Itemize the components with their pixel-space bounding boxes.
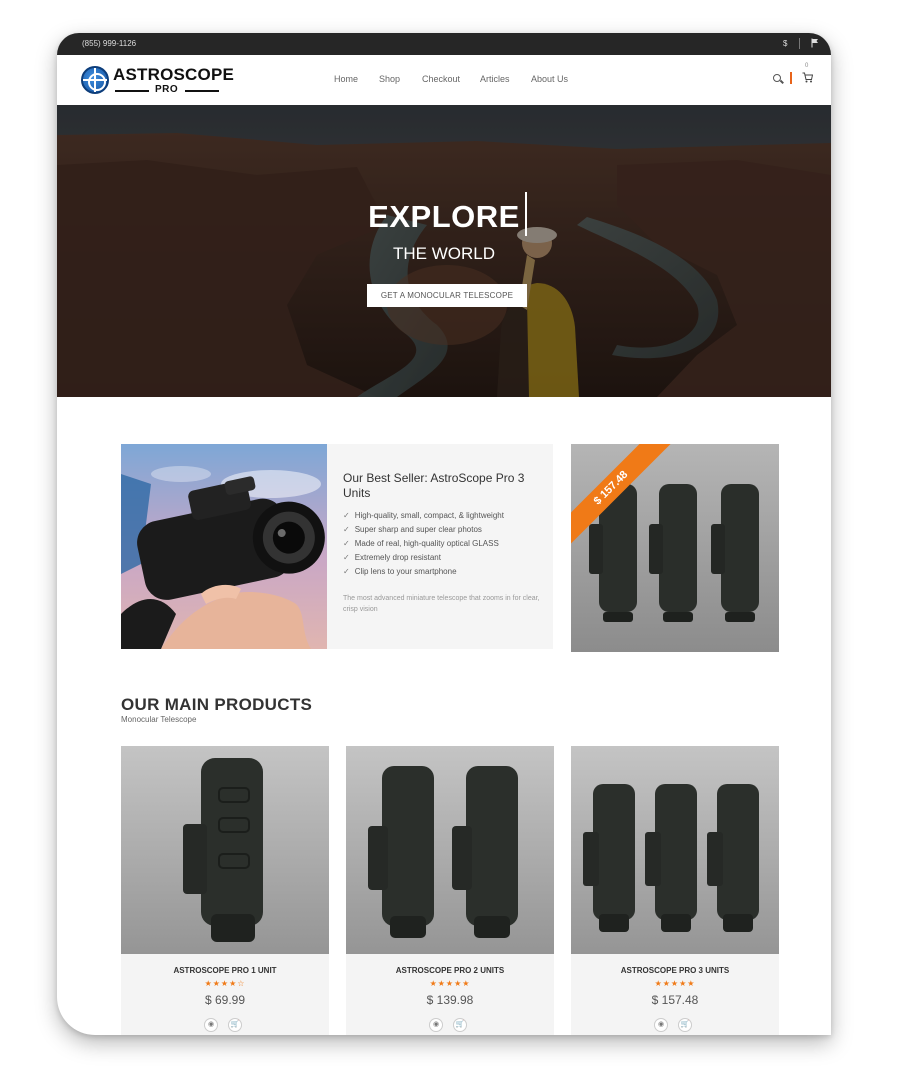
brand-sub: PRO bbox=[155, 84, 179, 95]
logo-line-right bbox=[185, 90, 219, 92]
product-actions: ◉ 🛒 bbox=[204, 1018, 248, 1032]
divider bbox=[799, 38, 800, 49]
cart-count: 0 bbox=[805, 63, 809, 69]
product-image[interactable] bbox=[121, 746, 329, 954]
divider bbox=[790, 72, 792, 84]
header-actions: 0 bbox=[771, 63, 821, 90]
section-subtitle: Monocular Telescope bbox=[121, 715, 197, 724]
promo-product-image[interactable]: $ 157.48 bbox=[571, 444, 779, 652]
search-icon[interactable] bbox=[773, 74, 781, 82]
best-seller-image bbox=[121, 444, 327, 649]
hero-title: EXPLORE bbox=[368, 199, 520, 234]
three-monoculars-image bbox=[589, 484, 759, 622]
product-card[interactable]: ASTROSCOPE PRO 1 UNIT ★★★★☆ $ 69.99 ◉ 🛒 bbox=[121, 746, 329, 1035]
logo-crosshair-icon bbox=[81, 66, 109, 94]
site-logo[interactable]: ASTROSCOPE PRO bbox=[81, 65, 235, 95]
brand-name: ASTROSCOPE bbox=[113, 65, 235, 84]
cart-icon[interactable] bbox=[802, 72, 814, 86]
feature-item: Extremely drop resistant bbox=[343, 553, 504, 567]
product-card[interactable]: ASTROSCOPE PRO 2 UNITS ★★★★★ $ 139.98 ◉ … bbox=[346, 746, 554, 1035]
product-rating: ★★★★☆ bbox=[204, 979, 246, 988]
flag-icon[interactable] bbox=[811, 38, 819, 50]
top-bar: (855) 999-1126 $ bbox=[57, 33, 831, 55]
product-image[interactable] bbox=[346, 746, 554, 954]
product-name[interactable]: ASTROSCOPE PRO 3 UNITS bbox=[571, 966, 779, 975]
add-to-cart-icon[interactable]: 🛒 bbox=[228, 1018, 242, 1032]
quick-view-icon[interactable]: ◉ bbox=[204, 1018, 218, 1032]
best-seller-title: Our Best Seller: AstroScope Pro 3 Units bbox=[343, 471, 525, 500]
product-rating: ★★★★★ bbox=[429, 979, 471, 988]
hero-subtitle: THE WORLD bbox=[393, 244, 495, 263]
product-rating: ★★★★★ bbox=[654, 979, 696, 988]
product-name[interactable]: ASTROSCOPE PRO 1 UNIT bbox=[121, 966, 329, 975]
add-to-cart-icon[interactable]: 🛒 bbox=[453, 1018, 467, 1032]
feature-item: Clip lens to your smartphone bbox=[343, 567, 504, 581]
phone-number[interactable]: (855) 999-1126 bbox=[82, 39, 136, 48]
product-price: $ 69.99 bbox=[204, 993, 246, 1007]
section-title: OUR MAIN PRODUCTS bbox=[121, 695, 313, 714]
product-actions: ◉ 🛒 bbox=[429, 1018, 473, 1032]
hero-banner: EXPLORE THE WORLD GET A MONOCULAR TELESC… bbox=[57, 105, 831, 397]
page-frame: (855) 999-1126 $ ASTROSCOPE PRO Home Sho… bbox=[57, 33, 831, 1035]
quick-view-icon[interactable]: ◉ bbox=[429, 1018, 443, 1032]
nav-checkout[interactable]: Checkout bbox=[422, 74, 460, 84]
quick-view-icon[interactable]: ◉ bbox=[654, 1018, 668, 1032]
product-actions: ◉ 🛒 bbox=[654, 1018, 698, 1032]
best-seller-panel: Our Best Seller: AstroScope Pro 3 Units … bbox=[327, 444, 553, 649]
product-card[interactable]: ASTROSCOPE PRO 3 UNITS ★★★★★ $ 157.48 ◉ … bbox=[571, 746, 779, 1035]
add-to-cart-icon[interactable]: 🛒 bbox=[678, 1018, 692, 1032]
feature-item: Made of real, high-quality optical GLASS bbox=[343, 539, 504, 553]
nav-home[interactable]: Home bbox=[334, 74, 358, 84]
product-price: $ 157.48 bbox=[651, 993, 699, 1007]
feature-item: Super sharp and super clear photos bbox=[343, 525, 504, 539]
currency-selector[interactable]: $ bbox=[783, 39, 787, 48]
best-seller-description: The most advanced miniature telescope th… bbox=[343, 595, 540, 613]
nav-about-us[interactable]: About Us bbox=[531, 74, 568, 84]
product-image[interactable] bbox=[571, 746, 779, 954]
site-header: ASTROSCOPE PRO Home Shop Checkout Articl… bbox=[57, 55, 831, 105]
feature-list: High-quality, small, compact, & lightwei… bbox=[343, 511, 504, 581]
text-cursor bbox=[525, 192, 527, 236]
feature-item: High-quality, small, compact, & lightwei… bbox=[343, 511, 504, 525]
logo-line-left bbox=[115, 90, 149, 92]
product-name[interactable]: ASTROSCOPE PRO 2 UNITS bbox=[346, 966, 554, 975]
nav-shop[interactable]: Shop bbox=[379, 74, 400, 84]
hero-cta-button[interactable]: GET A MONOCULAR TELESCOPE bbox=[367, 284, 527, 307]
product-price: $ 139.98 bbox=[426, 993, 474, 1007]
nav-articles[interactable]: Articles bbox=[480, 74, 510, 84]
